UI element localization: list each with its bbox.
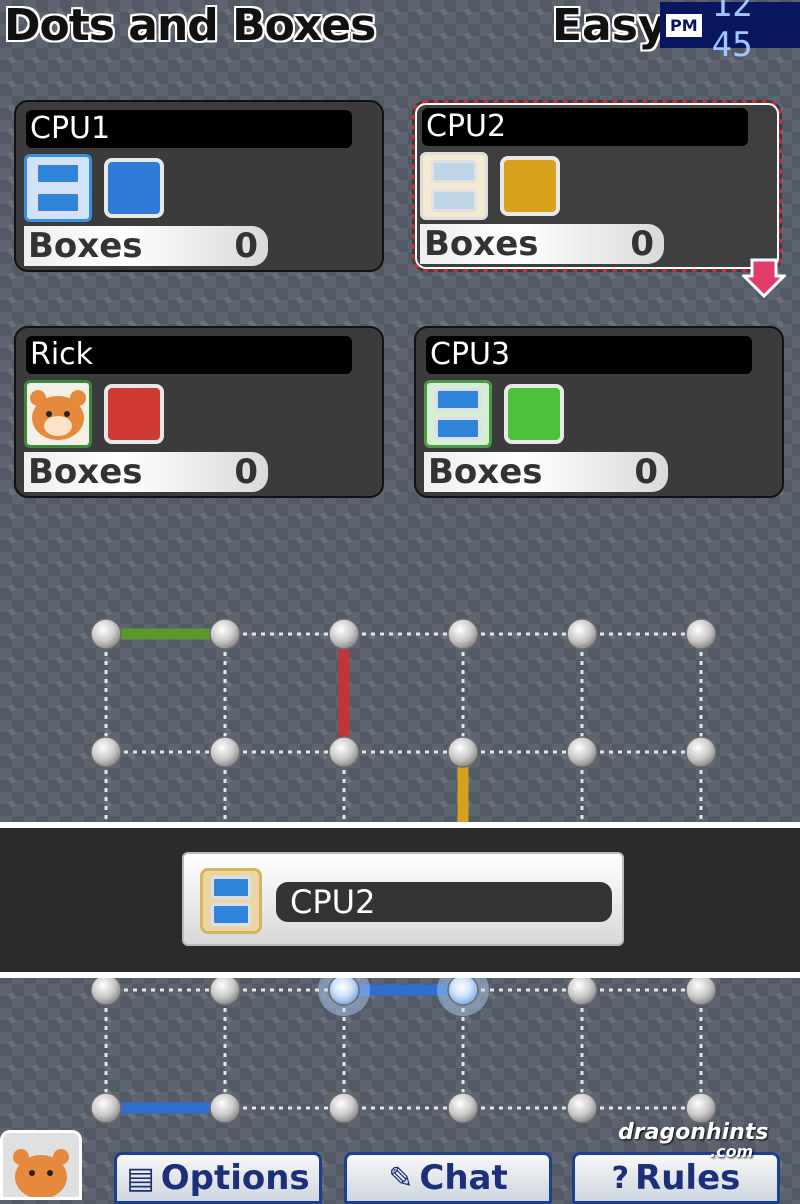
- boxes-label: Boxes: [424, 224, 539, 264]
- grid-dot[interactable]: [685, 736, 717, 768]
- grid-dot[interactable]: [566, 974, 598, 1006]
- boxes-counter: Boxes 0: [420, 224, 664, 264]
- clock: PM 12 45: [660, 0, 800, 65]
- grid-dot[interactable]: [566, 618, 598, 650]
- grid-dot[interactable]: [209, 1092, 241, 1124]
- pencil-icon: ✎: [388, 1160, 414, 1196]
- player-card-cpu2: CPU2 Boxes 0: [412, 100, 782, 272]
- player-card-rick: Rick Boxes 0: [14, 326, 384, 498]
- notepad-icon: ▤: [126, 1160, 155, 1196]
- grid-dot[interactable]: [209, 618, 241, 650]
- grid-dot[interactable]: [447, 1092, 479, 1124]
- grid-dot[interactable]: [328, 618, 360, 650]
- player-name: CPU3: [426, 336, 752, 374]
- options-button[interactable]: ▤ Options: [114, 1152, 322, 1204]
- boxes-count: 0: [630, 224, 654, 264]
- boxes-count: 0: [234, 226, 258, 266]
- ds-icon: [424, 380, 492, 448]
- game-title: Dots and Boxes: [4, 0, 376, 51]
- grid-dot[interactable]: [90, 618, 122, 650]
- boxes-label: Boxes: [428, 452, 543, 492]
- grid-dot[interactable]: [566, 736, 598, 768]
- player-color-swatch: [504, 384, 564, 444]
- grid-dot[interactable]: [447, 618, 479, 650]
- turn-arrow-icon: [742, 258, 786, 299]
- grid-dot[interactable]: [328, 1092, 360, 1124]
- grid-dot[interactable]: [328, 736, 360, 768]
- boxes-label: Boxes: [28, 226, 143, 266]
- grid-dot[interactable]: [685, 618, 717, 650]
- grid-dot[interactable]: [328, 974, 360, 1006]
- chat-button[interactable]: ✎ Chat: [344, 1152, 552, 1204]
- grid-dot[interactable]: [90, 736, 122, 768]
- boxes-count: 0: [234, 452, 258, 492]
- player-name: CPU2: [422, 108, 748, 146]
- ampm-indicator: PM: [666, 13, 702, 37]
- ds-icon: [420, 152, 488, 220]
- player-color-swatch: [104, 158, 164, 218]
- grid-dot[interactable]: [447, 974, 479, 1006]
- grid-dot[interactable]: [90, 1092, 122, 1124]
- hamster-icon[interactable]: [0, 1130, 82, 1200]
- boxes-counter: Boxes 0: [24, 226, 268, 266]
- ds-icon: [200, 868, 262, 934]
- watermark-suffix: .com: [710, 1142, 754, 1161]
- difficulty-label: Easy: [552, 0, 667, 51]
- boxes-label: Boxes: [28, 452, 143, 492]
- ds-icon: [24, 154, 92, 222]
- rules-label: Rules: [635, 1158, 741, 1198]
- grid-dot[interactable]: [209, 974, 241, 1006]
- chat-label: Chat: [419, 1158, 508, 1198]
- player-color-swatch: [104, 384, 164, 444]
- current-player-name: CPU2: [276, 882, 612, 922]
- player-color-swatch: [500, 156, 560, 216]
- player-card-cpu1: CPU1 Boxes 0: [14, 100, 384, 272]
- watermark: dragonhints .com: [618, 1120, 768, 1161]
- grid-dot[interactable]: [566, 1092, 598, 1124]
- grid-dot[interactable]: [685, 974, 717, 1006]
- boxes-counter: Boxes 0: [424, 452, 668, 492]
- player-card-cpu3: CPU3 Boxes 0: [414, 326, 784, 498]
- player-name: Rick: [26, 336, 352, 374]
- turn-indicator: CPU2: [182, 852, 624, 946]
- player-name: CPU1: [26, 110, 352, 148]
- boxes-count: 0: [634, 452, 658, 492]
- grid-dot[interactable]: [209, 736, 241, 768]
- grid-dot[interactable]: [447, 736, 479, 768]
- clock-time: 12 45: [711, 0, 753, 65]
- options-label: Options: [160, 1158, 310, 1198]
- question-icon: ?: [611, 1160, 630, 1196]
- hamster-icon: [24, 380, 92, 448]
- boxes-counter: Boxes 0: [24, 452, 268, 492]
- grid-dot[interactable]: [685, 1092, 717, 1124]
- grid-dot[interactable]: [90, 974, 122, 1006]
